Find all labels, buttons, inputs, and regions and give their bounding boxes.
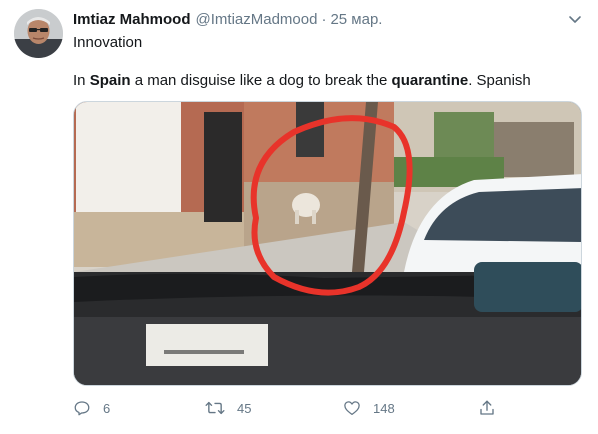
tweet-timestamp[interactable]: 25 мар. — [330, 10, 382, 30]
tweet-text-part: In — [73, 72, 90, 89]
photo-street-scene — [74, 102, 581, 385]
like-button[interactable]: 148 — [343, 394, 395, 422]
author-avatar[interactable] — [14, 9, 63, 58]
tweet-text-bold: quarantine — [391, 72, 469, 89]
tweet-text-part: a man disguise like a dog to break the — [130, 72, 392, 89]
retweet-icon — [205, 401, 225, 415]
author-handle[interactable]: @ImtiazMadmood — [196, 10, 318, 30]
tweet-text-bold: Spain — [89, 72, 131, 89]
share-button[interactable] — [478, 394, 496, 422]
tweet-text-part: . Spanish — [468, 72, 531, 89]
tweet-subtitle: Innovation — [73, 34, 143, 51]
chevron-down-icon — [569, 16, 581, 23]
header-separator: · — [321, 11, 327, 28]
tweet-header: Imtiaz Mahmood @ImtiazMadmood · 25 мар. — [73, 10, 382, 30]
tweet-card: Imtiaz Mahmood @ImtiazMadmood · 25 мар. … — [0, 0, 598, 434]
heart-icon — [344, 401, 360, 416]
avatar-image — [14, 9, 63, 58]
reply-count: 6 — [103, 400, 111, 416]
retweet-button[interactable]: 45 — [205, 394, 251, 422]
reply-icon — [74, 401, 90, 416]
tweet-media-photo[interactable] — [73, 101, 582, 386]
tweet-text: In Spain a man disguise like a dog to br… — [73, 71, 531, 91]
tweet-menu-button[interactable] — [566, 10, 584, 28]
tweet-actions: 6 45 148 — [73, 394, 513, 422]
like-count: 148 — [373, 400, 395, 416]
reply-button[interactable]: 6 — [73, 394, 110, 422]
author-display-name[interactable]: Imtiaz Mahmood — [73, 10, 191, 30]
retweet-count: 45 — [237, 400, 252, 416]
share-icon — [480, 400, 494, 415]
